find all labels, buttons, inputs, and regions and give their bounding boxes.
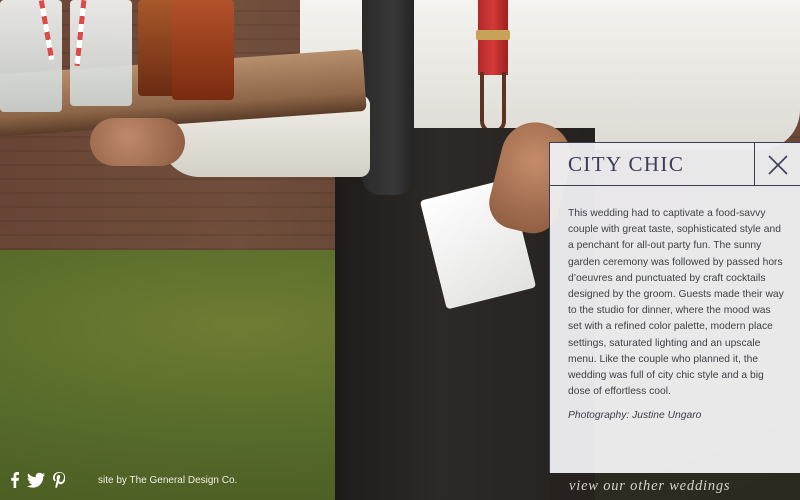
twitter-icon[interactable] xyxy=(27,472,45,488)
other-weddings-bar: view our other weddings xyxy=(549,473,800,500)
other-weddings-link[interactable]: view our other weddings xyxy=(569,478,730,495)
wedding-description: This wedding had to captivate a food-sav… xyxy=(568,208,784,398)
hand xyxy=(90,118,185,166)
close-icon xyxy=(767,154,788,175)
facebook-icon[interactable] xyxy=(11,472,19,488)
panel-body: This wedding had to captivate a food-sav… xyxy=(550,186,800,421)
panel-header: CITY CHIC xyxy=(550,143,800,186)
social-links xyxy=(11,472,65,488)
pinterest-icon[interactable] xyxy=(53,472,65,488)
suspender-strap xyxy=(480,72,506,134)
site-credit-link[interactable]: site by The General Design Co. xyxy=(98,475,237,486)
wedding-info-panel: CITY CHIC This wedding had to captivate … xyxy=(549,142,800,473)
panel-title: CITY CHIC xyxy=(568,152,685,176)
close-button[interactable] xyxy=(754,143,800,186)
suspender-buckle xyxy=(476,30,510,40)
glass xyxy=(172,0,234,100)
glasses xyxy=(0,0,240,112)
photo-credit: Photography: Justine Ungaro xyxy=(568,410,702,422)
